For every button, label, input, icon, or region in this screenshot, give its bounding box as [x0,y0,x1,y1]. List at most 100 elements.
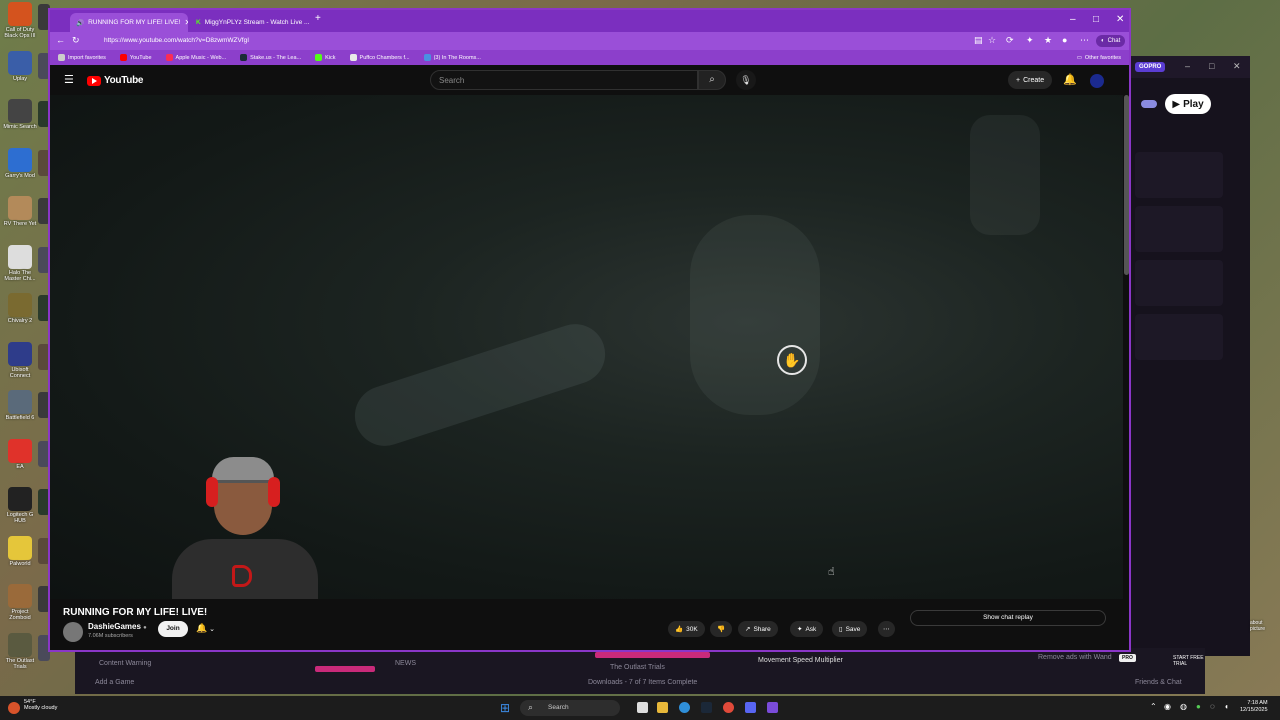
extension-icon[interactable]: ⟳ [1006,35,1014,46]
app-icon [8,390,32,414]
ask-button[interactable]: ✦ Ask [790,621,824,637]
news-label[interactable]: NEWS [395,660,416,667]
gopro-badge[interactable]: GOPRO [1135,62,1166,72]
friends-chat-button[interactable]: Friends & Chat [1135,679,1182,686]
weather-icon[interactable] [8,702,20,714]
windows-start-icon[interactable]: ⊞ [500,701,510,715]
volume-icon[interactable]: ◖ [1224,702,1229,711]
bookmark-in-the-rooms[interactable]: (3) In The Rooms... [423,54,481,61]
favorite-star-icon[interactable]: ☆ [988,35,996,46]
join-button[interactable]: Join [158,621,188,637]
steam-icon[interactable] [701,702,712,713]
bookmark-import-favorites[interactable]: Import favorites [58,54,106,61]
notifications-bell-icon[interactable]: 🔔 [1063,73,1077,86]
movement-label[interactable]: Movement Speed Multiplier [758,657,843,664]
network-icon[interactable]: ◌ [1210,702,1215,711]
close-tab-icon[interactable]: ✕ [184,18,188,27]
dislike-button[interactable]: 👎 [710,621,733,637]
list-item[interactable] [1135,206,1223,252]
desktop-icon[interactable]: Logitech G HUB [1,487,39,524]
desktop-icon[interactable]: Project Zomboid [1,584,39,621]
add-game-button[interactable]: Add a Game [95,679,134,686]
address-bar[interactable]: https://www.youtube.com/watch?v=D8zwmWZV… [88,34,988,48]
save-button[interactable]: ▯ Save [832,621,868,637]
outlast-label[interactable]: The Outlast Trials [610,664,665,671]
desktop-icon[interactable]: Uplay [1,50,39,82]
copilot-chat-button[interactable]: ◐ Chat [1096,35,1126,47]
overwolf-icon[interactable] [767,702,778,713]
show-chat-replay-button[interactable]: Show chat replay [910,610,1106,626]
subscription-notification-button[interactable]: 🔔 ⌄ [196,623,215,634]
free-trial-button[interactable]: START FREE TRIAL [1173,655,1205,667]
list-item[interactable] [1135,260,1223,306]
minimize-icon[interactable]: – [1185,61,1190,71]
system-clock[interactable]: 7:18 AM 12/15/2025 [1240,700,1268,714]
share-button[interactable]: ↗ Share [738,621,778,637]
favorites-icon[interactable]: ★ [1044,35,1052,46]
desktop-icon[interactable]: Halo The Master Chi... [1,244,39,282]
edge-icon[interactable] [679,702,690,713]
refresh-icon[interactable]: ↻ [72,35,80,46]
close-icon[interactable]: ✕ [1116,14,1124,25]
bookmark-apple-music[interactable]: Apple Music - Web... [165,54,226,61]
channel-name[interactable]: DashieGames ● [88,622,147,631]
new-tab-button[interactable]: + [315,13,321,24]
back-icon[interactable]: ← [56,35,65,45]
voice-search-button[interactable]: 🎙 [736,70,756,90]
desktop-icon[interactable]: EA [1,438,39,470]
desktop-icon-label: RV There Yet [3,221,37,227]
tray-app-icon[interactable]: ◉ [1164,702,1171,711]
tray-chevron-up-icon[interactable]: ⌃ [1150,702,1157,711]
other-favorites[interactable]: ▭ Other favorites [1077,55,1121,61]
bookmark-kick[interactable]: Kick [315,54,336,61]
minimize-icon[interactable]: – [1070,14,1076,25]
search-input[interactable]: Search [430,70,698,90]
desktop-icon[interactable]: Garry's Mod [1,147,39,179]
tab-kick-stream[interactable]: K MiggYnPLYz Stream - Watch Live ... ✕ [190,13,310,32]
bookmark-youtube[interactable]: YouTube [119,54,152,61]
tray-app-icon[interactable]: ● [1196,702,1201,711]
content-warning-label[interactable]: Content Warning [99,660,151,667]
account-avatar[interactable] [1090,74,1104,88]
extensions-icon[interactable]: ✦ [1026,35,1034,46]
discord-icon[interactable] [745,702,756,713]
reader-icon[interactable]: ▤ [974,35,983,46]
weather-widget[interactable]: 54°F Mostly cloudy [24,699,57,711]
desktop-icon[interactable]: Battlefield 6 [1,390,39,421]
scrollbar[interactable] [1124,95,1129,275]
desktop-icon[interactable]: The Outlast Trials [1,632,39,670]
search-button[interactable]: ⌕ [698,70,726,90]
youtube-logo[interactable]: YouTube [87,75,144,86]
tray-app-icon[interactable]: ◍ [1180,702,1187,711]
remove-ads-label[interactable]: Remove ads with Wand [1038,654,1112,661]
close-icon[interactable]: ✕ [1233,61,1241,72]
list-item[interactable] [1135,314,1223,360]
channel-avatar[interactable] [63,622,83,642]
task-view-icon[interactable] [637,702,648,713]
taskbar-search[interactable]: ⌕ Search [520,700,620,716]
desktop-icon[interactable]: RV There Yet [1,196,39,227]
desktop-icon[interactable]: Mimic Search [1,99,39,130]
video-scene-shape [970,115,1040,235]
maximize-icon[interactable]: □ [1093,14,1099,25]
desktop-icon[interactable]: Ubisoft Connect [1,341,39,379]
profile-icon[interactable]: ● [1062,35,1067,45]
menu-icon[interactable]: ☰ [64,73,74,86]
desktop-icon[interactable]: Chivalry 2 [1,293,39,324]
create-button[interactable]: + Create [1008,71,1053,89]
bookmark-puffco[interactable]: Puffco Chambers f... [349,54,410,61]
more-actions-button[interactable]: ⋯ [878,621,895,637]
video-player[interactable]: ✋ ☝ [50,95,1123,599]
desktop-icon[interactable]: Call of Duty Black Ops III [1,2,39,39]
like-button[interactable]: 👍 30K [668,621,705,637]
more-icon[interactable]: ⋯ [1080,35,1089,46]
file-explorer-icon[interactable] [657,702,668,713]
list-item[interactable] [1135,152,1223,198]
downloads-status[interactable]: Downloads - 7 of 7 Items Complete [588,679,697,686]
bookmark-stake[interactable]: Stake.us - The Lea... [240,54,301,61]
chrome-icon[interactable] [723,702,734,713]
desktop-icon[interactable]: Palworld [1,535,39,567]
tab-youtube-video[interactable]: 🔊 RUNNING FOR MY LIFE! LIVE! ✕ [70,13,188,32]
play-button[interactable]: ▶ Play [1165,94,1211,114]
maximize-icon[interactable]: □ [1209,61,1214,71]
